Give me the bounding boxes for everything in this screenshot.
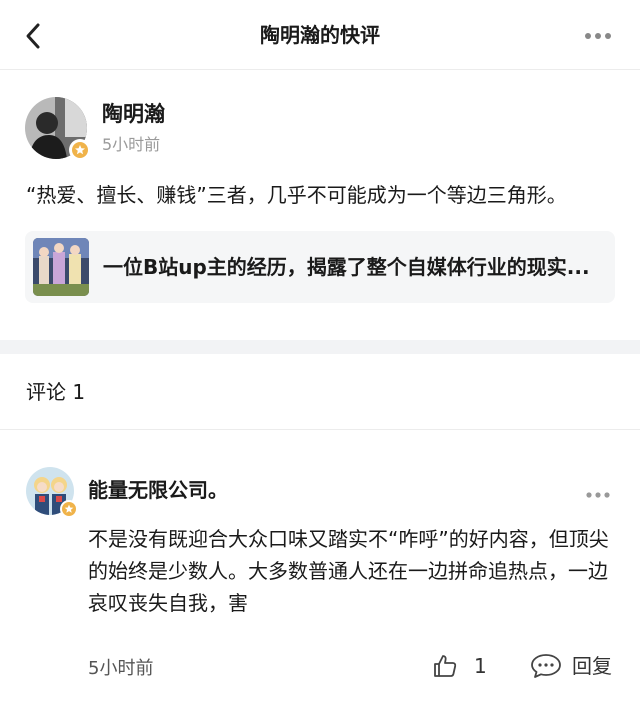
like-count: 1 (474, 654, 487, 678)
more-dots-icon (586, 492, 610, 498)
author-avatar[interactable] (25, 97, 91, 161)
reply-label: 回复 (572, 654, 612, 678)
comment-more-button[interactable] (586, 486, 610, 498)
verified-badge (69, 139, 91, 161)
linked-article-card[interactable]: 一位B站up主的经历，揭露了整个自媒体行业的现实... (25, 231, 615, 303)
verified-badge (60, 500, 78, 518)
thumbs-up-icon (434, 655, 457, 677)
section-divider (0, 340, 640, 354)
reply-button[interactable]: 回复 (530, 653, 612, 679)
commenter-name[interactable]: 能量无限公司。 (88, 476, 228, 504)
more-dots-icon (585, 33, 611, 39)
like-button[interactable]: 1 (432, 653, 487, 679)
article-thumbnail (33, 238, 89, 296)
comment-time: 5小时前 (88, 658, 154, 679)
comment-count-label: 评论 1 (26, 380, 86, 404)
linked-article-title: 一位B站up主的经历，揭露了整个自媒体行业的现实... (103, 255, 590, 279)
author-name[interactable]: 陶明瀚 (102, 100, 165, 128)
top-navigation-bar: 陶明瀚的快评 (0, 0, 640, 70)
star-icon (72, 142, 88, 158)
post-time: 5小时前 (102, 135, 161, 154)
star-icon (62, 502, 76, 516)
speech-bubble-icon (531, 654, 561, 678)
thumbnail-image (33, 238, 89, 296)
more-options-button[interactable] (584, 28, 612, 42)
post: 陶明瀚 5小时前 “热爱、擅长、赚钱”三者，几乎不可能成为一个等边三角形。 一位… (0, 70, 640, 340)
comment-text: 不是没有既迎合大众口味又踏实不“咋呼”的好内容，但顶尖的始终是少数人。大多数普通… (88, 527, 609, 615)
commenter-avatar[interactable] (26, 467, 78, 518)
comments-header: 评论 1 (0, 354, 640, 430)
post-content: “热爱、擅长、赚钱”三者，几乎不可能成为一个等边三角形。 (26, 183, 567, 207)
comment-item: 能量无限公司。 不是没有既迎合大众口味又踏实不“咋呼”的好内容，但顶尖的始终是少… (0, 430, 640, 722)
page-title: 陶明瀚的快评 (260, 23, 380, 47)
